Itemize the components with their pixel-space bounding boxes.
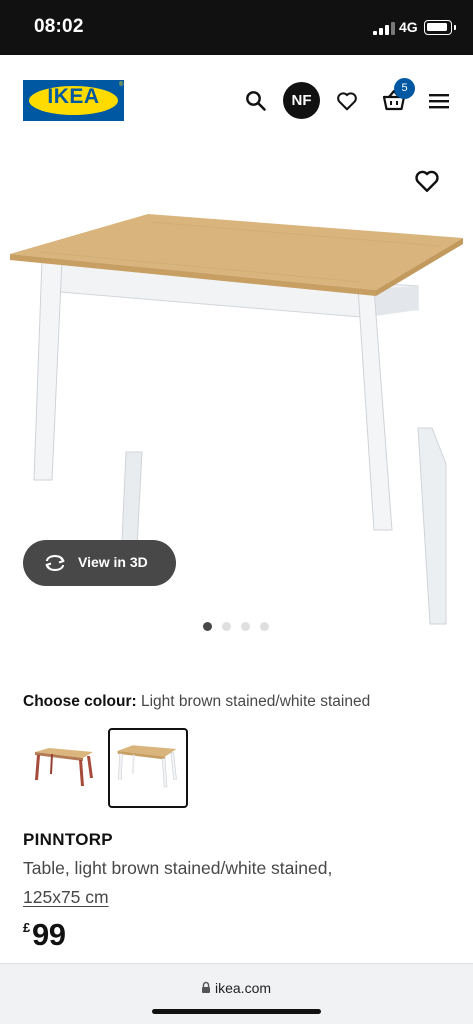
view-in-3d-label: View in 3D: [78, 554, 148, 570]
pagination-dot[interactable]: [241, 622, 250, 631]
lock-icon: [202, 981, 210, 993]
account-avatar[interactable]: NF: [283, 82, 320, 119]
search-icon[interactable]: [245, 90, 267, 112]
save-favourite-icon[interactable]: [414, 168, 440, 194]
colour-chooser-label: Choose colour:: [23, 693, 137, 710]
heart-icon[interactable]: [336, 90, 358, 112]
pagination-dot[interactable]: [222, 622, 231, 631]
site-header: IKEA ® NF 5: [0, 55, 473, 147]
cart-count-badge: 5: [394, 78, 415, 99]
status-bar: 08:02 4G: [0, 0, 473, 55]
colour-chooser-value: Light brown stained/white stained: [140, 693, 371, 710]
colour-chooser-line: Choose colour: Light brown stained/white…: [23, 693, 370, 711]
rotate-3d-icon: [45, 555, 65, 571]
price-currency: £: [23, 920, 31, 935]
colour-swatch-light-brown-white[interactable]: [108, 728, 188, 808]
price-amount: 99: [32, 917, 66, 952]
ikea-logo[interactable]: IKEA ®: [23, 80, 124, 121]
product-description: Table, light brown stained/white stained…: [23, 858, 333, 878]
pagination-dot-active[interactable]: [203, 622, 212, 631]
view-in-3d-button[interactable]: View in 3D: [23, 540, 176, 586]
url-text: ikea.com: [215, 980, 272, 996]
status-time: 08:02: [34, 16, 84, 37]
battery-icon: [424, 20, 452, 35]
logo-text: IKEA: [47, 85, 100, 108]
logo-registered-mark: ®: [119, 82, 124, 88]
image-pagination: [203, 622, 273, 632]
network-type: 4G: [399, 19, 418, 35]
product-name: PINNTORP: [23, 830, 113, 849]
home-indicator[interactable]: [152, 1009, 321, 1014]
pagination-dot[interactable]: [260, 622, 269, 631]
colour-swatch-brown-red[interactable]: [23, 728, 103, 808]
menu-icon[interactable]: [428, 92, 450, 110]
browser-url-bar[interactable]: ikea.com: [0, 963, 473, 1024]
battery-cap: [454, 25, 456, 30]
signal-icon: [373, 22, 395, 35]
product-size-link[interactable]: 125x75 cm: [23, 887, 109, 908]
